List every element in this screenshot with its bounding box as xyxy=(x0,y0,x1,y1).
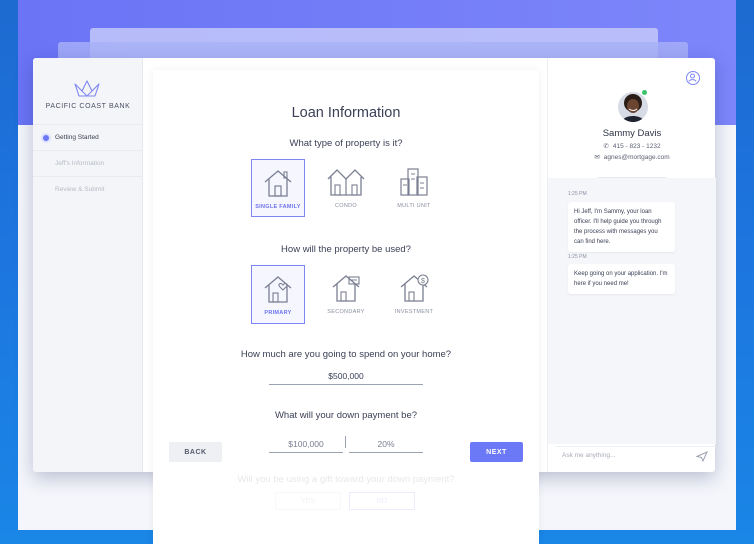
chat-input-placeholder: Ask me anything... xyxy=(562,452,616,459)
message-time: 1:25 PM xyxy=(568,254,587,260)
option-secondary[interactable]: SECONDARY xyxy=(319,265,373,324)
user-profile-icon[interactable] xyxy=(686,71,700,85)
sidebar-item-label: Jeff's Information xyxy=(55,160,105,167)
home-price-question: How much are you going to spend on your … xyxy=(240,349,452,360)
mail-icon: ✉ xyxy=(594,154,600,161)
house-dollar-icon: $ xyxy=(400,274,429,302)
crane-logo-icon xyxy=(74,80,100,97)
option-investment[interactable]: $ INVESTMENT xyxy=(387,265,441,324)
option-label: INVESTMENT xyxy=(394,309,434,315)
phone-icon: ✆ xyxy=(603,143,609,150)
down-payment-question: What will your down payment be? xyxy=(274,410,418,421)
sidebar-item-jeffs-information[interactable]: Jeff's Information xyxy=(33,150,143,176)
option-label: SECONDARY xyxy=(327,309,365,315)
option-label: PRIMARY xyxy=(264,310,292,316)
sidebar-item-getting-started[interactable]: Getting Started xyxy=(33,124,143,150)
send-icon[interactable] xyxy=(696,451,708,462)
chat-messages: 1:25 PM Hi Jeff, I'm Sammy, your loan of… xyxy=(548,178,716,444)
down-payment-amount-input[interactable]: $100,000 xyxy=(269,439,343,453)
condo-icon xyxy=(327,169,365,196)
sidebar-nav: Getting Started Jeff's Information Revie… xyxy=(33,124,143,202)
chat-message: Hi Jeff, I'm Sammy, your loan officer. I… xyxy=(568,202,675,252)
chat-input[interactable]: Ask me anything... xyxy=(556,446,716,466)
option-label: MULTI UNIT xyxy=(397,203,431,209)
multi-unit-building-icon xyxy=(400,168,428,196)
message-time: 1:25 PM xyxy=(568,191,587,197)
active-step-dot-icon xyxy=(43,134,49,141)
bank-name: PACIFIC COAST BANK xyxy=(45,103,131,110)
gift-no-button[interactable]: NO xyxy=(349,492,415,510)
agent-email[interactable]: ✉ agnes@mortgage.com xyxy=(548,153,716,161)
option-label: CONDO xyxy=(335,203,357,209)
sidebar-item-label: Getting Started xyxy=(55,134,99,141)
agent-name: Sammy Davis xyxy=(602,128,662,139)
next-button[interactable]: NEXT xyxy=(470,442,523,462)
agent-phone-text: 415 - 823 - 1232 xyxy=(612,143,661,150)
single-family-house-icon xyxy=(264,170,292,197)
agent-photo-icon xyxy=(618,92,648,122)
sidebar: PACIFIC COAST BANK Getting Started Jeff'… xyxy=(33,58,143,472)
property-type-question: What type of property is it? xyxy=(289,138,403,149)
page-title: Loan Information xyxy=(291,105,401,121)
svg-text:$: $ xyxy=(421,278,425,285)
agent-email-text: agnes@mortgage.com xyxy=(603,154,670,161)
house-secondary-icon xyxy=(332,275,360,302)
down-payment-percent-input[interactable]: 20% xyxy=(349,439,423,453)
back-button[interactable]: BACK xyxy=(169,442,222,462)
agent-phone: ✆ 415 - 823 - 1232 xyxy=(548,142,716,150)
field-separator xyxy=(345,436,346,448)
sidebar-item-label: Review & Submit xyxy=(55,186,105,193)
loan-form-panel: Loan Information What type of property i… xyxy=(153,70,539,544)
option-condo[interactable]: CONDO xyxy=(319,159,373,217)
gift-yes-button[interactable]: YES xyxy=(275,492,341,510)
option-multi-unit[interactable]: MULTI UNIT xyxy=(387,159,441,217)
option-label: SINGLE FAMILY xyxy=(255,204,301,210)
sidebar-item-review-submit[interactable]: Review & Submit xyxy=(33,176,143,202)
chat-message: Keep going on your application. I'm here… xyxy=(568,264,675,294)
agent-avatar xyxy=(618,92,648,122)
property-usage-question: How will the property be used? xyxy=(281,244,411,255)
home-price-input[interactable]: $500,000 xyxy=(269,371,423,385)
gift-question: Will you be using a gift toward your dow… xyxy=(237,474,455,485)
online-status-dot-icon xyxy=(642,90,647,95)
house-heart-icon xyxy=(264,276,292,303)
option-primary[interactable]: PRIMARY xyxy=(251,265,305,324)
chat-panel: Sammy Davis ✆ 415 - 823 - 1232 ✉ agnes@mor… xyxy=(547,58,716,472)
user-silhouette-icon xyxy=(688,73,697,82)
option-single-family[interactable]: SINGLE FAMILY xyxy=(251,159,305,217)
